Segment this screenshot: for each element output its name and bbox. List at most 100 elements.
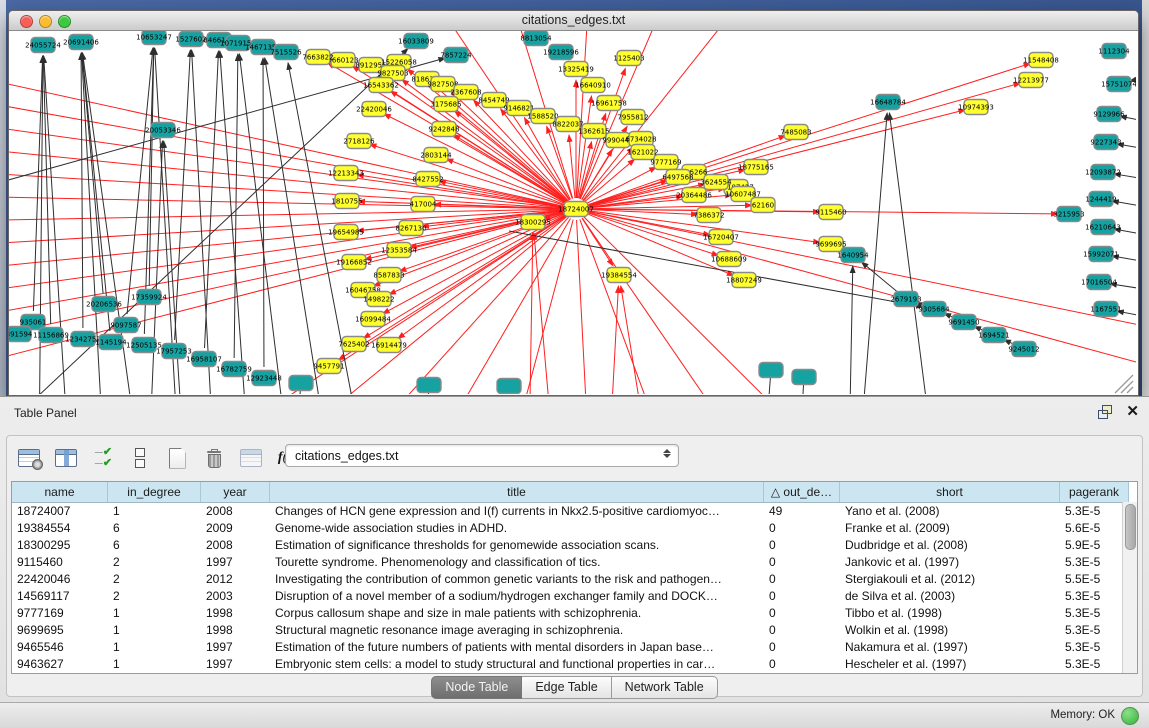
graph-node[interactable]: 391594: [9, 327, 33, 342]
graph-node[interactable]: 22420046: [356, 102, 392, 117]
table-row[interactable]: 1872400712008Changes of HCN gene express…: [12, 503, 1137, 520]
graph-node[interactable]: 12213977: [1013, 73, 1049, 88]
red-edge[interactable]: [429, 219, 570, 394]
black-edge[interactable]: [849, 266, 853, 394]
graph-node[interactable]: 16210643: [1085, 220, 1121, 235]
graph-node[interactable]: 20691406: [63, 35, 99, 50]
graph-node[interactable]: 1145194: [95, 335, 127, 350]
column-header[interactable]: title: [270, 482, 764, 502]
graph-node[interactable]: 9457791: [313, 359, 344, 374]
resize-grip[interactable]: [1121, 381, 1133, 393]
black-edge[interactable]: [889, 113, 934, 394]
graph-node[interactable]: [289, 376, 313, 391]
close-window-button[interactable]: [20, 15, 33, 28]
graph-node[interactable]: 16033809: [398, 34, 434, 49]
graph-node[interactable]: 6497568: [662, 170, 693, 185]
column-header[interactable]: name: [12, 482, 108, 502]
black-edge[interactable]: [43, 56, 50, 324]
graph-node[interactable]: 15751074: [1101, 77, 1136, 92]
table-row[interactable]: 1456911722003Disruption of a novel membe…: [12, 588, 1137, 605]
graph-node[interactable]: 19218596: [543, 45, 579, 60]
graph-node[interactable]: 7857224: [440, 48, 472, 63]
graph-node[interactable]: 19166852: [336, 255, 372, 270]
graph-node[interactable]: 10974393: [958, 100, 994, 115]
black-edge[interactable]: [175, 50, 191, 340]
graph-node[interactable]: 7485083: [780, 125, 811, 140]
red-edge[interactable]: [9, 212, 565, 371]
red-edge[interactable]: [9, 210, 565, 271]
graph-node[interactable]: 8427552: [412, 172, 443, 187]
graph-node[interactable]: 417004: [410, 197, 437, 212]
graph-node[interactable]: 1694521: [978, 328, 1009, 343]
graph-node[interactable]: 9691450: [948, 315, 979, 330]
graph-node[interactable]: 8587833: [373, 268, 404, 283]
graph-node[interactable]: 24055724: [25, 38, 61, 53]
column-visibility-button[interactable]: [52, 444, 80, 472]
table-mode-button[interactable]: [15, 444, 43, 472]
graph-node[interactable]: 7515526: [270, 45, 302, 60]
red-edge[interactable]: [529, 233, 533, 394]
red-edge[interactable]: [587, 211, 1136, 331]
red-edge[interactable]: [587, 212, 1136, 371]
graph-node[interactable]: 16648784: [870, 95, 906, 110]
graph-node[interactable]: 16914479: [371, 338, 407, 353]
graph-node[interactable]: 3215953: [1053, 207, 1084, 222]
memory-status-indicator[interactable]: [1121, 707, 1139, 725]
red-edge[interactable]: [582, 218, 613, 266]
red-edge[interactable]: [9, 209, 565, 221]
red-edge[interactable]: [584, 217, 829, 394]
table-scrollbar[interactable]: [1122, 502, 1137, 673]
graph-node[interactable]: [417, 378, 441, 393]
network-canvas[interactable]: 9660123891295515226058982750316543362818…: [9, 31, 1136, 394]
graph-node[interactable]: 7955812: [617, 110, 648, 125]
table-row[interactable]: 911546021997Tourette syndrome. Phenomeno…: [12, 554, 1137, 571]
red-edge[interactable]: [577, 220, 589, 394]
graph-node[interactable]: 9129966: [1093, 107, 1125, 122]
graph-node[interactable]: 3624554: [700, 175, 732, 190]
graph-node[interactable]: 9245012: [1008, 342, 1039, 357]
graph-node[interactable]: 9305684: [918, 302, 950, 317]
graph-node[interactable]: 13325419: [558, 62, 594, 77]
graph-node[interactable]: [497, 379, 521, 394]
network-window[interactable]: citations_edges.txt 96601238912955152260…: [8, 10, 1139, 396]
graph-node[interactable]: 62160: [751, 198, 775, 213]
graph-node[interactable]: 19654985: [328, 225, 364, 240]
minimize-window-button[interactable]: [39, 15, 52, 28]
column-header[interactable]: △ out_de…: [764, 482, 840, 502]
close-panel-icon[interactable]: ✕: [1126, 405, 1139, 418]
graph-node[interactable]: 1527602: [175, 32, 206, 47]
graph-node[interactable]: 16640910: [575, 78, 611, 93]
table-row[interactable]: 977716911998Corpus callosum shape and si…: [12, 605, 1137, 622]
table-row[interactable]: 969969511998Structural magnetic resonanc…: [12, 622, 1137, 639]
red-edge[interactable]: [9, 210, 565, 246]
table-row[interactable]: 1830029562008Estimation of significance …: [12, 537, 1137, 554]
graph-node[interactable]: 12093872: [1085, 165, 1121, 180]
graph-node[interactable]: [792, 370, 816, 385]
graph-node[interactable]: 1810755: [331, 194, 362, 209]
column-header[interactable]: year: [201, 482, 270, 502]
graph-node[interactable]: 1167551: [1090, 302, 1121, 317]
graph-node[interactable]: 7625402: [338, 337, 369, 352]
tab-network-table[interactable]: Network Table: [612, 676, 718, 699]
red-edge[interactable]: [621, 286, 649, 394]
window-titlebar[interactable]: citations_edges.txt: [9, 11, 1138, 31]
graph-node[interactable]: 1125403: [613, 51, 644, 66]
graph-node[interactable]: 7386372: [693, 208, 724, 223]
graph-node[interactable]: 16961758: [591, 96, 627, 111]
row-height-button[interactable]: [126, 444, 154, 472]
graph-node[interactable]: 1640954: [837, 248, 869, 263]
resize-grip[interactable]: [1127, 387, 1133, 393]
table-select-dropdown[interactable]: citations_edges.txt: [285, 444, 679, 467]
zoom-window-button[interactable]: [58, 15, 71, 28]
graph-node[interactable]: 2803144: [420, 148, 452, 163]
table-row[interactable]: 2242004622012Investigating the contribut…: [12, 571, 1137, 588]
graph-node[interactable]: 2679193: [890, 292, 921, 307]
graph-node[interactable]: 15992071: [1083, 247, 1119, 262]
black-edge[interactable]: [82, 53, 110, 331]
black-edge[interactable]: [234, 54, 238, 358]
select-columns-button[interactable]: ✔✔: [89, 444, 117, 472]
graph-node[interactable]: [759, 363, 783, 378]
graph-node[interactable]: 9115460: [815, 205, 846, 220]
tab-node-table[interactable]: Node Table: [431, 676, 522, 699]
graph-node[interactable]: 10653247: [136, 31, 172, 45]
